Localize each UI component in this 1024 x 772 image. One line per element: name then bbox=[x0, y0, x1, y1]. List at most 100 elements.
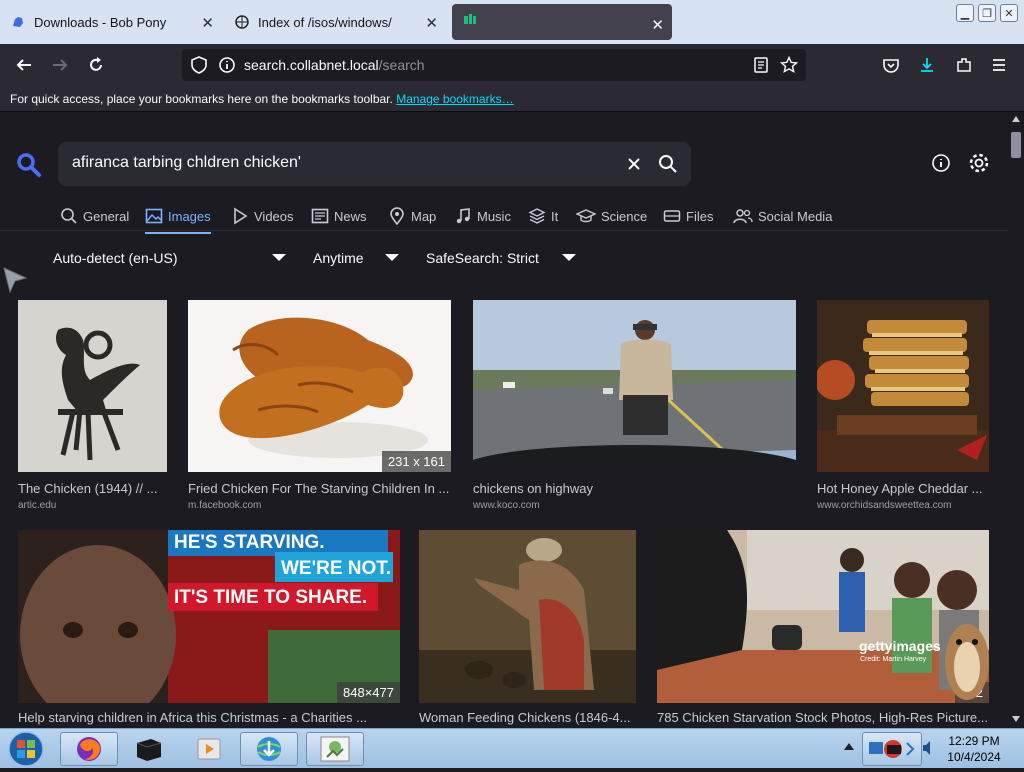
page-info-icon[interactable] bbox=[218, 56, 236, 79]
play-icon bbox=[234, 207, 248, 225]
manage-bookmarks-link[interactable]: Manage bookmarks… bbox=[396, 92, 513, 106]
minimize-window-button[interactable]: ▁ bbox=[956, 4, 974, 22]
result-source: m.facebook.com bbox=[188, 500, 262, 511]
bookmark-star-icon[interactable] bbox=[779, 55, 799, 79]
result-image-sculpture[interactable] bbox=[18, 300, 167, 472]
restore-window-button[interactable]: ❐ bbox=[978, 4, 996, 22]
tab-music[interactable]: Music bbox=[454, 204, 511, 228]
result-caption[interactable]: Hot Honey Apple Cheddar ... bbox=[817, 481, 989, 496]
result-image-starving-child[interactable]: HE'S STARVING. WE'RE NOT. IT'S TIME TO S… bbox=[18, 530, 400, 703]
search-query[interactable]: afiranca tarbing chldren chicken' bbox=[72, 154, 301, 172]
result-caption[interactable]: chickens on highway bbox=[473, 481, 797, 496]
search-submit-icon[interactable] bbox=[658, 154, 678, 179]
result-source: artic.edu bbox=[18, 500, 57, 511]
clock-time: 12:29 PM bbox=[948, 734, 1000, 748]
search-favicon-icon bbox=[462, 14, 478, 30]
time-range-chevron-icon[interactable] bbox=[385, 254, 399, 261]
image-dimensions-badge: 231 x 161 bbox=[381, 451, 451, 472]
info-icon[interactable] bbox=[931, 153, 951, 178]
tab-files[interactable]: Files bbox=[663, 204, 713, 228]
tab-map[interactable]: Map bbox=[388, 204, 436, 228]
result-image-highway[interactable] bbox=[473, 300, 796, 472]
category-divider bbox=[0, 230, 1008, 231]
extensions-icon[interactable] bbox=[953, 54, 975, 76]
tab-general[interactable]: General bbox=[60, 204, 129, 228]
watermark-text: gettyimages bbox=[859, 638, 941, 654]
start-orb-icon[interactable] bbox=[6, 731, 46, 772]
tab-science[interactable]: Science bbox=[576, 204, 647, 228]
language-dropdown-chevron-icon[interactable] bbox=[272, 254, 286, 261]
result-caption[interactable]: Woman Feeding Chickens (1846-4... bbox=[419, 710, 636, 725]
back-button[interactable] bbox=[13, 54, 35, 76]
reload-button[interactable] bbox=[85, 54, 107, 76]
url-text[interactable]: search.collabnet.local/search bbox=[244, 57, 425, 73]
result-image-fried-chicken[interactable]: 231 x 161 bbox=[188, 300, 451, 472]
url-bar[interactable]: search.collabnet.local/search bbox=[182, 49, 806, 81]
tab-strip: Downloads - Bob Pony ✕ Index of /isos/wi… bbox=[0, 0, 1024, 44]
tab-title: Downloads - Bob Pony bbox=[34, 14, 167, 30]
taskbar-image-viewer[interactable] bbox=[306, 732, 364, 766]
result-image-woman-feeding-chickens[interactable] bbox=[419, 530, 636, 703]
result-image-chicken-starvation[interactable]: gettyimages Credit: Martin Harvey 612 bbox=[657, 530, 989, 703]
result-caption[interactable]: Help starving children in Africa this Ch… bbox=[18, 710, 400, 725]
scroll-up-icon[interactable] bbox=[1012, 116, 1020, 122]
hamburger-menu-icon[interactable] bbox=[988, 54, 1010, 76]
taskbar-media-player[interactable] bbox=[180, 732, 238, 766]
settings-gear-icon[interactable] bbox=[968, 152, 990, 179]
tab-social-media[interactable]: Social Media bbox=[733, 204, 832, 228]
tab-label: News bbox=[334, 208, 367, 224]
time-range-select[interactable]: Anytime bbox=[313, 250, 364, 266]
result-caption[interactable]: 785 Chicken Starvation Stock Photos, Hig… bbox=[657, 710, 989, 725]
search-icon bbox=[61, 208, 77, 224]
volume-icon[interactable] bbox=[922, 740, 936, 761]
shield-icon[interactable] bbox=[190, 56, 208, 79]
network-icon bbox=[869, 740, 915, 758]
clear-search-icon[interactable] bbox=[626, 156, 642, 177]
tab-index-isos-windows[interactable]: Index of /isos/windows/ ✕ bbox=[224, 2, 446, 42]
taskbar-terminal[interactable] bbox=[120, 732, 178, 766]
language-select[interactable]: Auto-detect (en-US) bbox=[53, 250, 178, 266]
overlay-text: IT'S TIME TO SHARE. bbox=[174, 587, 368, 608]
tab-downloads-bob-pony[interactable]: Downloads - Bob Pony ✕ bbox=[0, 2, 222, 42]
result-caption[interactable]: Fried Chicken For The Starving Children … bbox=[188, 481, 452, 496]
reader-view-icon[interactable] bbox=[752, 56, 770, 79]
forward-button[interactable] bbox=[49, 54, 71, 76]
tab-label: Images bbox=[168, 208, 211, 224]
bob-pony-favicon-icon bbox=[10, 14, 26, 30]
show-hidden-icons-icon[interactable] bbox=[844, 743, 854, 750]
page-scrollbar[interactable] bbox=[1008, 112, 1024, 728]
safesearch-chevron-icon[interactable] bbox=[562, 254, 576, 261]
close-tab-icon[interactable]: ✕ bbox=[201, 14, 214, 32]
scroll-down-icon[interactable] bbox=[1012, 716, 1020, 722]
music-note-icon bbox=[456, 208, 470, 224]
tab-it[interactable]: It bbox=[528, 204, 558, 228]
close-window-button[interactable]: ✕ bbox=[1000, 4, 1018, 22]
downloads-icon[interactable] bbox=[916, 54, 938, 76]
hamster-sticker-icon bbox=[945, 624, 989, 700]
safesearch-select[interactable]: SafeSearch: Strict bbox=[426, 250, 539, 266]
tab-videos[interactable]: Videos bbox=[231, 204, 294, 228]
drive-icon bbox=[663, 210, 681, 222]
firefox-icon bbox=[77, 737, 101, 761]
mouse-cursor-icon bbox=[2, 266, 28, 301]
people-icon bbox=[733, 209, 753, 224]
tab-label: Science bbox=[601, 208, 648, 224]
system-clock[interactable]: 12:29 PM 10/4/2024 bbox=[936, 733, 1012, 765]
tab-news[interactable]: News bbox=[311, 204, 367, 228]
search-input[interactable]: afiranca tarbing chldren chicken' bbox=[58, 142, 691, 186]
result-image-apple-cheddar[interactable] bbox=[817, 300, 989, 472]
close-tab-icon[interactable]: ✕ bbox=[425, 14, 438, 32]
clock-date: 10/4/2024 bbox=[947, 750, 1001, 764]
tab-images[interactable]: Images bbox=[145, 204, 211, 234]
pocket-icon[interactable] bbox=[880, 54, 902, 76]
close-tab-icon[interactable]: ✕ bbox=[651, 16, 664, 34]
search-logo-icon[interactable] bbox=[16, 152, 42, 183]
scrollbar-thumb[interactable] bbox=[1011, 132, 1021, 158]
overlay-text: WE'RE NOT. bbox=[281, 558, 392, 579]
taskbar-tray-apps[interactable] bbox=[862, 732, 922, 766]
taskbar-firefox[interactable] bbox=[60, 732, 118, 766]
result-caption[interactable]: The Chicken (1944) // ... bbox=[18, 481, 168, 496]
bookmarks-hint: For quick access, place your bookmarks h… bbox=[10, 92, 393, 106]
tab-active-search[interactable]: ✕ bbox=[452, 4, 672, 40]
taskbar-download-manager[interactable] bbox=[240, 732, 298, 766]
